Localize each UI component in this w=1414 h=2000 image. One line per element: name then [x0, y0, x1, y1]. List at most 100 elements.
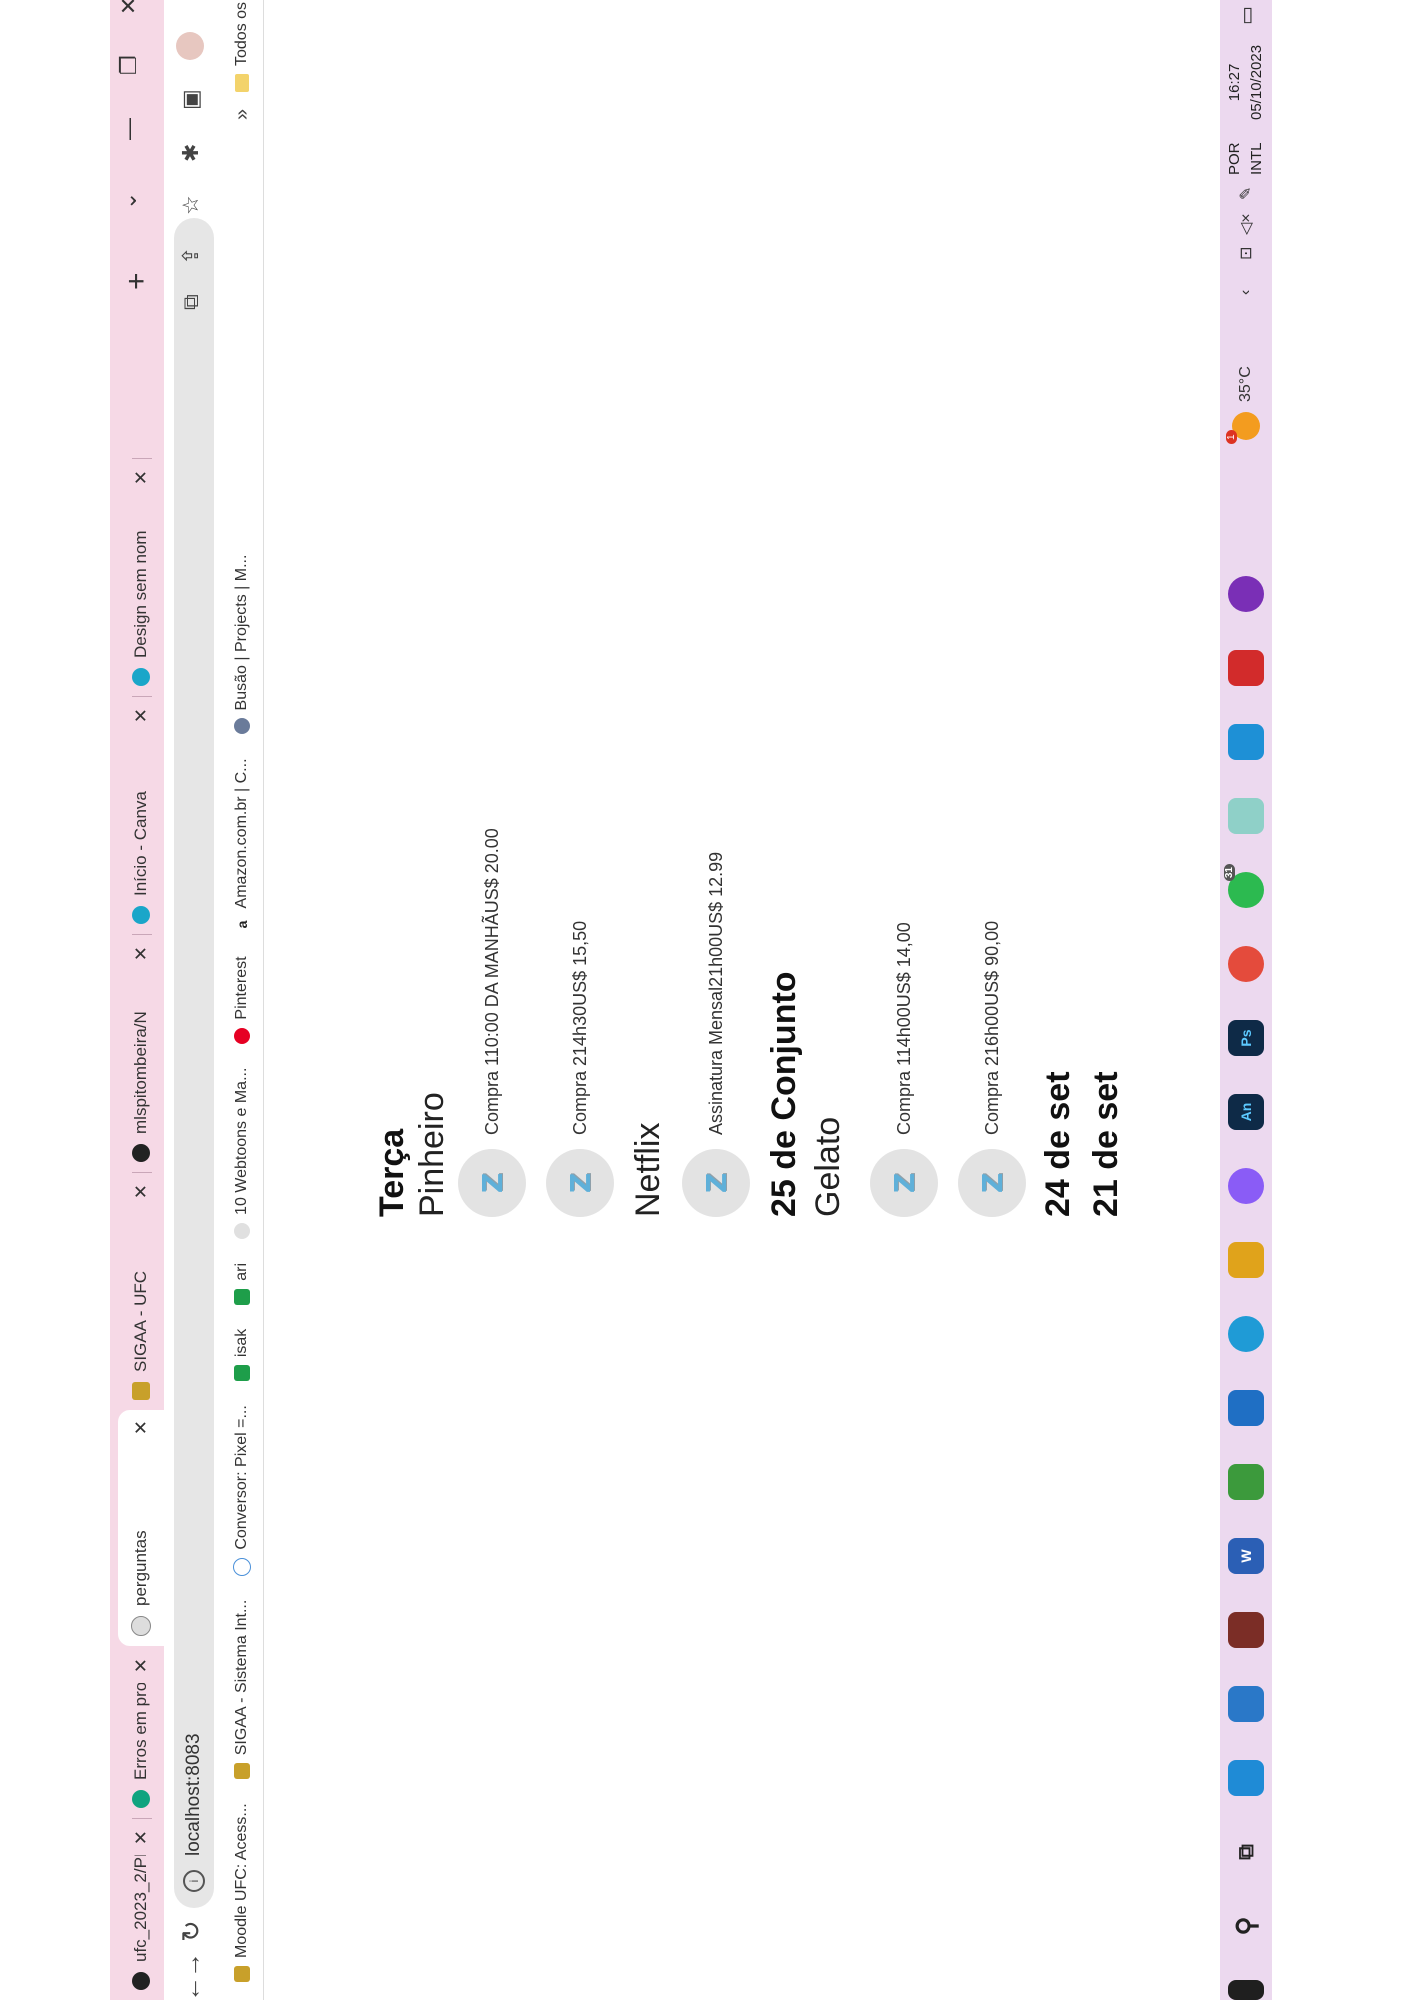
- network-icon[interactable]: ⊡: [1220, 247, 1272, 260]
- site-info-icon[interactable]: i: [183, 1870, 205, 1892]
- restore-button[interactable]: ❐: [116, 55, 142, 75]
- rotated-screen: ufc_2023_2/PIDN ✕ Erros em projeto ✕ per…: [110, 0, 1272, 2000]
- tab-perguntas[interactable]: perguntas ✕: [118, 1410, 164, 1646]
- copilot-icon[interactable]: [1228, 1168, 1264, 1204]
- merchant-name: Pinheiro: [413, 1092, 451, 1217]
- day-heading: 24 de set: [1039, 1071, 1077, 1217]
- tab-ufc[interactable]: ufc_2023_2/PIDN ✕: [118, 1818, 164, 2000]
- bookmark-isak[interactable]: isak: [233, 1329, 251, 1382]
- chrome-icon[interactable]: [1228, 946, 1264, 982]
- close-icon[interactable]: ✕: [131, 1420, 152, 1435]
- bookmarks-bar: Moodle UFC: Acess... SIGAA - Sistema Int…: [220, 0, 264, 2000]
- bookmark-webtoons[interactable]: 10 Webtoons e Ma...: [233, 1068, 251, 1239]
- tab-canva[interactable]: Início - Canva ✕: [118, 696, 164, 934]
- outer-margin-right: [1272, 0, 1414, 2000]
- clock-time: 16:27: [1226, 63, 1243, 102]
- task-view-icon[interactable]: ⧉: [1228, 1834, 1264, 1870]
- tab-label: Erros em projeto: [131, 1683, 150, 1780]
- file-explorer-icon[interactable]: [1228, 1242, 1264, 1278]
- whatsapp-icon[interactable]: 31: [1224, 864, 1264, 908]
- app-favicon-icon: [131, 1616, 151, 1636]
- tab-mlspitombeira[interactable]: mlspitombeira/N ✕: [118, 934, 164, 1172]
- app-icon[interactable]: [1228, 1390, 1264, 1426]
- install-app-icon[interactable]: ⧉: [178, 294, 204, 310]
- zzz-icon: Z: [458, 1149, 526, 1217]
- bookmark-pinterest[interactable]: Pinterest: [233, 956, 251, 1044]
- tab-divider: [132, 696, 152, 697]
- all-bookmarks-folder[interactable]: Todos os favoritos: [220, 0, 264, 92]
- busao-icon: [233, 718, 250, 735]
- close-icon[interactable]: ✕: [131, 708, 152, 723]
- minimize-button[interactable]: —: [116, 118, 142, 140]
- input-language[interactable]: POR INTL: [1224, 142, 1268, 175]
- tray-chevron-icon[interactable]: ‹: [1220, 290, 1272, 295]
- side-panel-icon[interactable]: ▣: [178, 89, 204, 110]
- bookmark-amazon[interactable]: a Amazon.com.br | C...: [232, 758, 251, 933]
- day-heading: 25 de Conjunto: [765, 971, 803, 1217]
- new-tab-button[interactable]: +: [120, 272, 154, 290]
- search-icon[interactable]: ⚲: [1228, 1908, 1264, 1944]
- app-icon[interactable]: [1228, 1760, 1264, 1796]
- pen-icon[interactable]: ✎: [1220, 187, 1272, 200]
- bookmark-sigaa[interactable]: SIGAA - Sistema Int...: [233, 1600, 251, 1780]
- app-icon[interactable]: [1228, 798, 1264, 834]
- forward-button[interactable]: →: [176, 1952, 207, 1978]
- tab-divider: [132, 934, 152, 935]
- extensions-icon[interactable]: ✱: [178, 144, 204, 162]
- edge-icon[interactable]: [1228, 1316, 1264, 1352]
- start-icon[interactable]: [1228, 1980, 1264, 2000]
- outer-margin-left: [0, 0, 110, 2000]
- address-bar[interactable]: i localhost:8083: [174, 218, 214, 1908]
- notifications-icon[interactable]: ▭: [1220, 6, 1272, 25]
- zzz-icon: Z: [682, 1149, 750, 1217]
- volume-muted-icon[interactable]: ◁×: [1220, 213, 1272, 235]
- close-icon[interactable]: ✕: [131, 470, 152, 485]
- app-icon[interactable]: [1228, 1464, 1264, 1500]
- amazon-icon: a: [233, 916, 250, 933]
- close-icon[interactable]: ✕: [131, 1830, 152, 1845]
- acrobat-icon[interactable]: [1228, 650, 1264, 686]
- photoshop-icon[interactable]: Ps: [1228, 1020, 1264, 1056]
- close-window-button[interactable]: ✕: [116, 0, 142, 15]
- bookmark-label: Amazon.com.br | C...: [232, 758, 250, 909]
- share-icon[interactable]: ⇪: [178, 247, 204, 265]
- github-icon: [132, 1972, 150, 1990]
- store-icon[interactable]: [1228, 1686, 1264, 1722]
- weather-widget[interactable]: 1 35°C: [1220, 366, 1272, 444]
- bookmark-label: Todos os favoritos: [233, 0, 250, 66]
- bookmark-busao[interactable]: Busão | Projects | M...: [233, 555, 251, 735]
- windows-taskbar: ⚲ ⧉ W An Ps 31 1 35°C ‹ ⊡ ◁× ✎ POR INTL …: [1220, 0, 1272, 2000]
- bookmark-label: SIGAA - Sistema Int...: [232, 1599, 250, 1756]
- close-icon[interactable]: ✕: [131, 1184, 152, 1199]
- app-icon[interactable]: [1228, 576, 1264, 612]
- tab-sigaa[interactable]: SIGAA - UFC ✕: [118, 1172, 164, 1410]
- tab-erros[interactable]: Erros em projeto ✕: [118, 1648, 164, 1818]
- tab-design[interactable]: Design sem nom ✕: [118, 458, 164, 696]
- vscode-icon[interactable]: [1228, 724, 1264, 760]
- close-icon[interactable]: ✕: [131, 1658, 152, 1673]
- more-bookmarks-icon[interactable]: »: [220, 109, 264, 120]
- list-item: Z Compra 110:00 DA MANHÃUS$ 20.00: [457, 828, 527, 1217]
- clock-date: 05/10/2023: [1248, 44, 1265, 120]
- zzz-icon: Z: [958, 1149, 1026, 1217]
- system-clock[interactable]: 16:27 05/10/2023: [1224, 45, 1268, 120]
- animate-icon[interactable]: An: [1228, 1094, 1264, 1130]
- tab-divider: [132, 1172, 152, 1173]
- language-code: POR: [1226, 142, 1243, 175]
- winrar-icon[interactable]: [1228, 1612, 1264, 1648]
- profile-avatar[interactable]: [176, 32, 204, 60]
- compass-icon: [233, 1222, 250, 1239]
- transaction-text: Compra 110:00 DA MANHÃUS$ 20.00: [481, 828, 502, 1135]
- close-icon[interactable]: ✕: [131, 946, 152, 961]
- sigaa-icon: [233, 1966, 250, 1982]
- bookmark-ari[interactable]: ari: [233, 1263, 251, 1305]
- bookmark-star-icon[interactable]: ☆: [178, 195, 204, 215]
- tab-divider: [132, 1818, 152, 1819]
- reload-button[interactable]: ↻: [176, 1920, 207, 1942]
- word-icon[interactable]: W: [1228, 1538, 1264, 1574]
- bookmark-conversor[interactable]: Conversor: Pixel =...: [232, 1405, 251, 1576]
- tab-search-chevron-icon[interactable]: ⌄: [116, 192, 142, 210]
- conversor-icon: [232, 1557, 251, 1576]
- back-button[interactable]: ←: [176, 1976, 207, 2000]
- bookmark-moodle[interactable]: Moodle UFC: Acess...: [233, 1803, 251, 1982]
